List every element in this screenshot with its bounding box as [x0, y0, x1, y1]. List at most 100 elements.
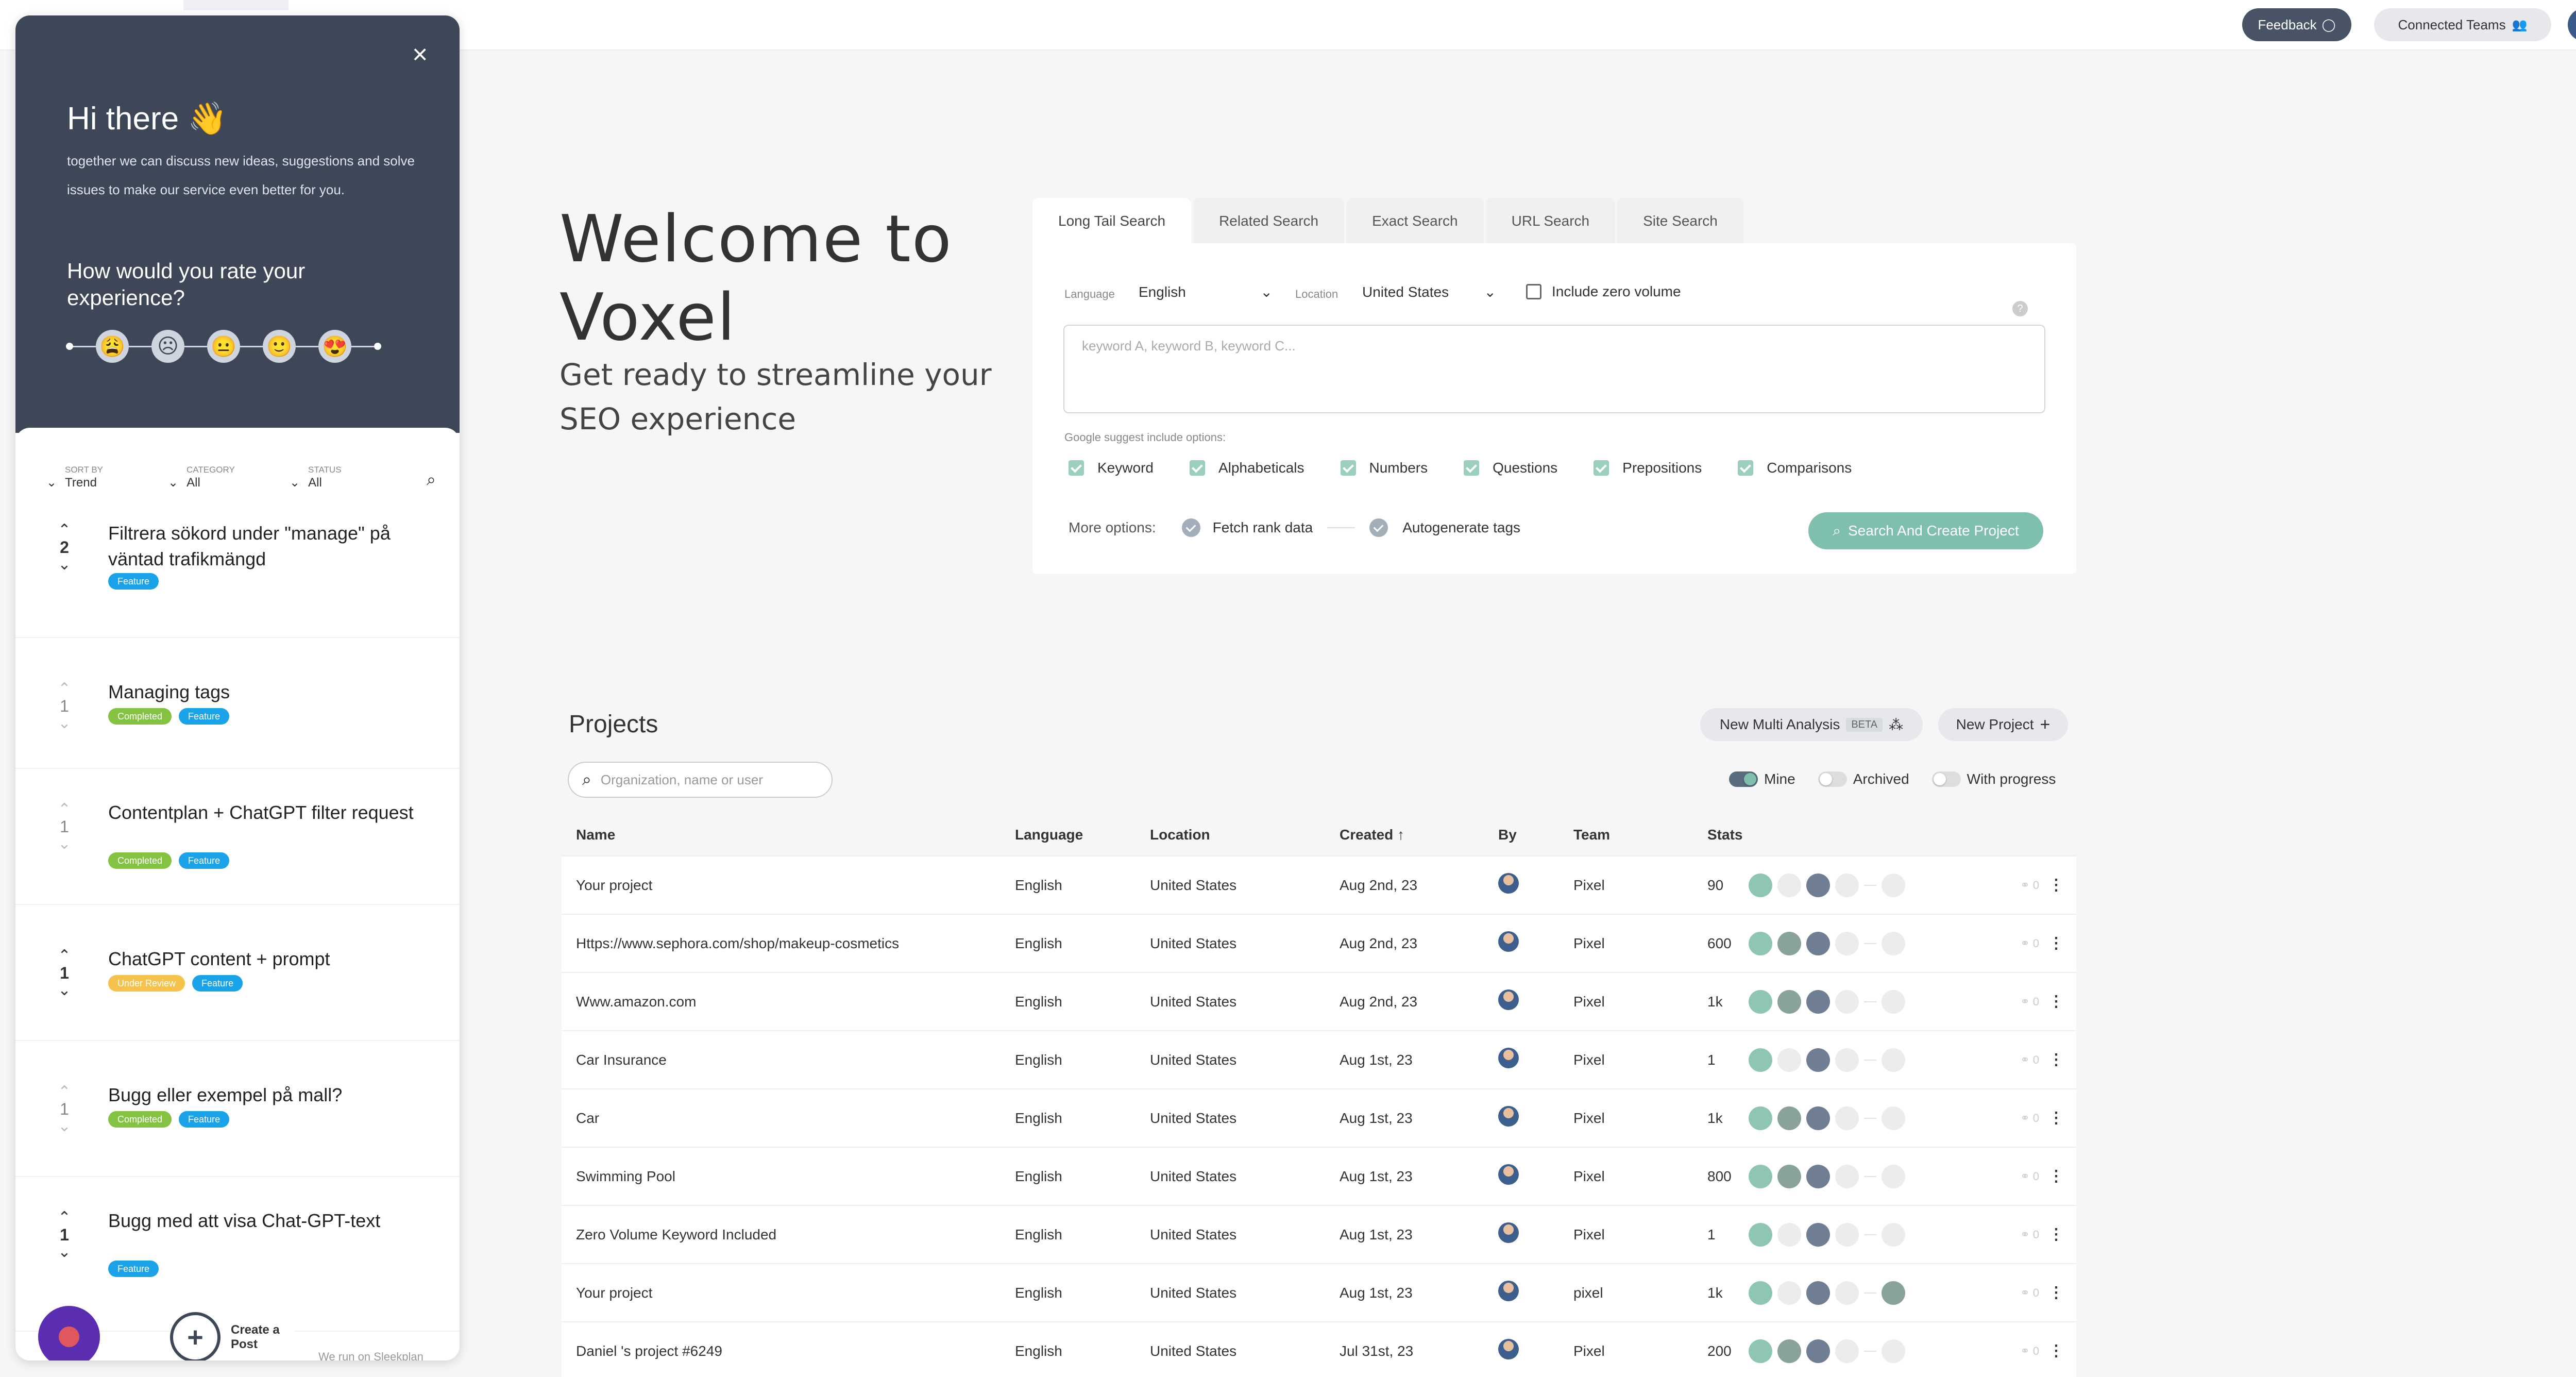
checkbox-icon[interactable] [1738, 460, 1754, 476]
location-select[interactable]: United States ⌄ [1362, 283, 1496, 300]
post-title[interactable]: Bugg med att visa Chat-GPT-text [108, 1208, 428, 1234]
post-title[interactable]: Bugg eller exempel på mall? [108, 1082, 428, 1108]
project-name[interactable]: Car Insurance [562, 1052, 1015, 1068]
face-very-bad-icon[interactable]: 😩 [96, 330, 129, 363]
project-search-input[interactable]: ⌕ Organization, name or user [568, 762, 833, 798]
more-menu-icon[interactable]: ⋮ [2048, 876, 2064, 894]
col-name[interactable]: Name [562, 827, 1015, 843]
toggle-mine[interactable]: Mine [1729, 771, 1795, 787]
checkbox-icon[interactable] [1464, 460, 1480, 476]
post-title[interactable]: Managing tags [108, 679, 428, 705]
col-by[interactable]: By [1498, 827, 1573, 843]
search-create-button[interactable]: ⌕ Search And Create Project [1808, 512, 2043, 549]
table-row[interactable]: Your project English United States Aug 2nd,… [562, 857, 2076, 915]
toggle-progress[interactable]: With progress [1931, 771, 2056, 787]
table-row[interactable]: Car Insurance English United States Aug 1st… [562, 1031, 2076, 1089]
chevron-up-icon[interactable]: ⌃ [52, 681, 77, 697]
more-menu-icon[interactable]: ⋮ [2048, 1342, 2064, 1360]
suggest-comparisons[interactable]: Comparisons [1738, 460, 1852, 476]
list-item[interactable]: ⌃ 1 ⌄ Managing tags Completed Feature [15, 638, 460, 769]
language-select[interactable]: English ⌄ [1139, 283, 1273, 300]
list-item[interactable]: ⌃ 2 ⌄ Filtrera sökord under "manage" på vän… [15, 490, 460, 638]
post-title[interactable]: Contentplan + ChatGPT filter request [108, 800, 428, 826]
col-location[interactable]: Location [1150, 827, 1340, 843]
suggest-prepositions[interactable]: Prepositions [1594, 460, 1702, 476]
toggle-switch[interactable] [1729, 771, 1758, 787]
chevron-down-icon[interactable]: ⌄ [52, 1119, 77, 1134]
project-name[interactable]: Www.amazon.com [562, 994, 1015, 1010]
col-team[interactable]: Team [1573, 827, 1707, 843]
create-post-button[interactable]: + Create a Post [170, 1309, 295, 1361]
checkbox-icon[interactable] [1189, 460, 1205, 476]
chevron-down-icon[interactable]: ⌄ [52, 716, 77, 731]
list-item[interactable]: ⌃ 1 ⌄ ChatGPT content + prompt Under Review F… [15, 905, 460, 1041]
team-share-icon[interactable]: ⚭ 0 [2020, 879, 2039, 892]
table-row[interactable]: Zero Volume Keyword Included English Unite… [562, 1206, 2076, 1264]
project-name[interactable]: Zero Volume Keyword Included [562, 1227, 1015, 1243]
new-project-button[interactable]: New Project + [1938, 708, 2068, 741]
toggle-archived[interactable]: Archived [1818, 771, 1909, 787]
user-avatar[interactable] [2568, 8, 2576, 41]
project-name[interactable]: Https://www.sephora.com/shop/makeup-cosm… [562, 935, 1015, 952]
team-share-icon[interactable]: ⚭ 0 [2020, 995, 2039, 1009]
list-item[interactable]: ⌃ 1 ⌄ Bugg eller exempel på mall? Completed F… [15, 1041, 460, 1177]
chevron-down-icon[interactable]: ⌄ [52, 557, 77, 573]
table-row[interactable]: Swimming Pool English United States Aug 1st… [562, 1148, 2076, 1206]
chevron-down-icon[interactable]: ⌄ [52, 836, 77, 852]
fetch-rank-checkbox[interactable] [1181, 518, 1200, 537]
list-item[interactable]: ⌃ 1 ⌄ Contentplan + ChatGPT filter request C… [15, 769, 460, 905]
post-title[interactable]: Filtrera sökord under "manage" på väntad… [108, 520, 428, 572]
powered-by[interactable]: We run on Sleekplan [318, 1350, 423, 1361]
tab-exact[interactable]: Exact Search [1346, 198, 1484, 244]
tab-long-tail[interactable]: Long Tail Search [1032, 198, 1192, 244]
chevron-up-icon[interactable]: ⌃ [52, 802, 77, 817]
filter-category[interactable]: CATEGORY ⌄ All [168, 465, 290, 490]
toggle-switch[interactable] [1931, 771, 1961, 787]
col-created[interactable]: Created ↑ [1340, 827, 1498, 843]
project-name[interactable]: Daniel 's project #6249 [562, 1343, 1015, 1359]
col-stats[interactable]: Stats [1707, 827, 1996, 843]
tab-url[interactable]: URL Search [1485, 198, 1616, 244]
face-love-icon[interactable]: 😍 [318, 330, 351, 363]
team-share-icon[interactable]: ⚭ 0 [2020, 1228, 2039, 1241]
chevron-up-icon[interactable]: ⌃ [52, 1210, 77, 1225]
team-share-icon[interactable]: ⚭ 0 [2020, 1112, 2039, 1125]
autogen-tags-checkbox[interactable] [1369, 518, 1388, 537]
filter-status[interactable]: STATUS ⌄ All [290, 465, 411, 490]
suggest-keyword[interactable]: Keyword [1069, 460, 1154, 476]
face-bad-icon[interactable]: ☹ [151, 330, 184, 363]
suggest-questions[interactable]: Questions [1464, 460, 1557, 476]
suggest-alphabeticals[interactable]: Alphabeticals [1189, 460, 1304, 476]
table-row[interactable]: Your project English United States Aug 1st,… [562, 1264, 2076, 1322]
table-row[interactable]: Car English United States Aug 1st, 23 Pixel 1… [562, 1089, 2076, 1148]
checkbox-icon[interactable] [1340, 460, 1356, 476]
feedback-button[interactable]: Feedback ◯ [2242, 8, 2351, 41]
chevron-up-icon[interactable]: ⌃ [52, 948, 77, 964]
tab-related[interactable]: Related Search [1193, 198, 1345, 244]
chevron-down-icon[interactable]: ⌄ [52, 983, 77, 998]
team-share-icon[interactable]: ⚭ 0 [2020, 937, 2039, 950]
more-menu-icon[interactable]: ⋮ [2048, 993, 2064, 1011]
post-title[interactable]: ChatGPT content + prompt [108, 946, 428, 972]
team-share-icon[interactable]: ⚭ 0 [2020, 1286, 2039, 1300]
keywords-input[interactable]: keyword A, keyword B, keyword C... [1063, 325, 2045, 413]
face-good-icon[interactable]: 🙂 [263, 330, 296, 363]
checkbox-icon[interactable] [1594, 460, 1609, 476]
checkbox-icon[interactable] [1069, 460, 1084, 476]
table-row[interactable]: Https://www.sephora.com/shop/makeup-cosm… [562, 915, 2076, 973]
filter-sort[interactable]: SORT BY ⌄ Trend [46, 465, 168, 490]
connected-teams-button[interactable]: Connected Teams 👥 [2374, 8, 2551, 41]
table-row[interactable]: Www.amazon.com English United States Aug 2n… [562, 973, 2076, 1031]
suggest-numbers[interactable]: Numbers [1340, 460, 1428, 476]
chevron-down-icon[interactable]: ⌄ [52, 1245, 77, 1260]
toggle-switch[interactable] [1818, 771, 1847, 787]
more-menu-icon[interactable]: ⋮ [2048, 1225, 2064, 1244]
team-share-icon[interactable]: ⚭ 0 [2020, 1345, 2039, 1358]
project-name[interactable]: Car [562, 1110, 1015, 1127]
chevron-up-icon[interactable]: ⌃ [52, 1084, 77, 1100]
help-icon[interactable]: ? [2012, 301, 2028, 316]
zero-volume-checkbox[interactable] [1526, 284, 1541, 299]
project-name[interactable]: Swimming Pool [562, 1168, 1015, 1185]
more-menu-icon[interactable]: ⋮ [2048, 1167, 2064, 1185]
chevron-up-icon[interactable]: ⌃ [52, 523, 77, 538]
